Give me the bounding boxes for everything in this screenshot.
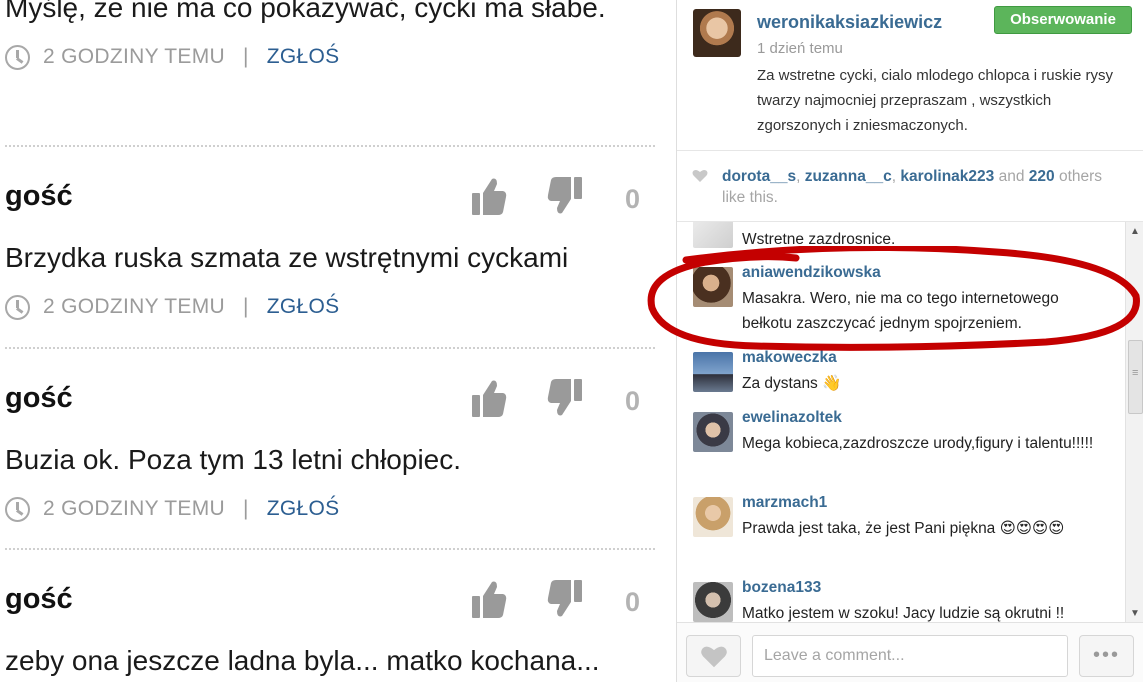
vote-score: 0: [625, 587, 641, 617]
comment-header: gość 0: [5, 352, 655, 417]
comment-header: gość 0: [5, 150, 655, 215]
thumbs-down-icon[interactable]: [546, 377, 584, 419]
comment-meta: 2 GODZINY TEMU | ZGŁOŚ: [5, 494, 655, 524]
likes-count[interactable]: 220: [1029, 168, 1055, 185]
avatar[interactable]: [693, 412, 733, 452]
comment-item: gość 0 Buzia ok. Poza tym 13 letni chłop…: [5, 352, 655, 524]
thumbs-down-icon[interactable]: [546, 175, 584, 217]
comment-text: Masakra. Wero, nie ma co tego internetow…: [742, 290, 1059, 332]
post-header: weronikaksiazkiewicz Obserwowanie 1 dzie…: [677, 0, 1143, 150]
like-button[interactable]: [686, 635, 741, 677]
liker-link[interactable]: zuzanna__c: [805, 168, 892, 185]
comment-username[interactable]: marzmach1: [742, 494, 827, 512]
comment-time: 2 GODZINY TEMU: [43, 295, 225, 318]
scroll-thumb[interactable]: [1128, 340, 1143, 414]
comment-text: Buzia ok. Poza tym 13 letni chłopiec.: [5, 444, 462, 475]
comment-username[interactable]: bozena133: [742, 579, 821, 597]
more-options-button[interactable]: •••: [1079, 635, 1134, 677]
comment-footer: •••: [677, 622, 1143, 682]
comment-username[interactable]: ewelinazoltek: [742, 409, 842, 427]
likes-sep: ,: [796, 168, 805, 185]
post-caption: Za wstretne cycki, cialo mlodego chlopca…: [757, 67, 1113, 134]
comment-author: gość: [5, 180, 73, 212]
comment-text: zeby ona jeszcze ladna byla... matko koc…: [5, 645, 600, 676]
meta-separator: |: [242, 45, 249, 68]
thumbs-up-icon[interactable]: [470, 377, 508, 419]
comment-item: gość 0 zeby ona jeszcze ladna byla... ma…: [5, 553, 655, 681]
comment-text: Wstretne zazdrosnice.: [742, 231, 896, 248]
scroll-down-arrow-icon[interactable]: ▼: [1130, 608, 1140, 619]
comment-input[interactable]: [752, 635, 1068, 677]
heart-icon: [701, 646, 727, 668]
instagram-post-panel: weronikaksiazkiewicz Obserwowanie 1 dzie…: [676, 0, 1143, 682]
clock-icon: [5, 294, 30, 320]
comment-time: 2 GODZINY TEMU: [43, 45, 225, 68]
avatar[interactable]: [693, 9, 741, 57]
avatar[interactable]: [693, 497, 733, 537]
comment-item: gość 0 Brzydka ruska szmata ze wstrętnym…: [5, 150, 655, 322]
meta-separator: |: [242, 295, 249, 318]
report-link[interactable]: ZGŁOŚ: [267, 497, 340, 521]
thumbs-down-icon[interactable]: [546, 578, 584, 620]
avatar[interactable]: [693, 352, 733, 392]
post-username[interactable]: weronikaksiazkiewicz: [757, 12, 942, 33]
scrollbar[interactable]: ▲ ▼: [1125, 222, 1143, 622]
comment-username[interactable]: makoweczka: [742, 349, 837, 367]
comment-text: Brzydka ruska szmata ze wstrętnymi cycka…: [5, 242, 569, 273]
post-time: 1 dzień temu: [757, 40, 843, 57]
comment-text: Matko jestem w szoku! Jacy ludzie są okr…: [742, 605, 1065, 622]
divider: [5, 347, 655, 349]
comments-page: Myślę, że nie ma co pokazywać, cycki ma …: [0, 0, 676, 682]
comment-text: Myślę, że nie ma co pokazywać, cycki ma …: [5, 0, 606, 23]
comment-text: Mega kobieca,zazdroszcze urody,figury i …: [742, 435, 1094, 452]
thumbs-up-icon[interactable]: [470, 175, 508, 217]
report-link[interactable]: ZGŁOŚ: [267, 45, 340, 69]
comment-text: Za dystans 👋: [742, 375, 842, 392]
likes-summary: dorota__s, zuzanna__c, karolinak223 and …: [677, 150, 1143, 222]
comment-header: gość 0: [5, 553, 655, 618]
likes-and: and: [994, 168, 1029, 185]
vote-score: 0: [625, 184, 641, 214]
comment-time: 2 GODZINY TEMU: [43, 497, 225, 520]
comment-meta: 2 GODZINY TEMU | ZGŁOŚ: [5, 292, 655, 322]
comment-meta: 2 GODZINY TEMU | ZGŁOŚ: [5, 42, 655, 72]
thumbs-up-icon[interactable]: [470, 578, 508, 620]
clock-icon: [5, 496, 30, 522]
follow-button[interactable]: Obserwowanie: [994, 6, 1132, 34]
avatar[interactable]: [693, 582, 733, 622]
comment-author: gość: [5, 382, 73, 414]
avatar[interactable]: [693, 267, 733, 307]
meta-separator: |: [242, 497, 249, 520]
avatar[interactable]: [693, 222, 733, 248]
comment-author: gość: [5, 583, 73, 615]
liker-link[interactable]: dorota__s: [722, 168, 796, 185]
divider: [5, 145, 655, 147]
clock-icon: [5, 44, 30, 70]
report-link[interactable]: ZGŁOŚ: [267, 295, 340, 319]
comment-list: Wstretne zazdrosnice. aniawendzikowska M…: [677, 222, 1143, 622]
likes-text: dorota__s, zuzanna__c, karolinak223 and …: [722, 166, 1122, 208]
comment-item: Myślę, że nie ma co pokazywać, cycki ma …: [5, 0, 655, 72]
comment-text: Prawda jest taka, że jest Pani piękna 😍😍…: [742, 520, 1065, 537]
comment-username[interactable]: aniawendzikowska: [742, 264, 881, 282]
scroll-up-arrow-icon[interactable]: ▲: [1130, 226, 1140, 237]
divider: [5, 548, 655, 550]
vote-score: 0: [625, 386, 641, 416]
heart-icon: [692, 169, 708, 182]
liker-link[interactable]: karolinak223: [900, 168, 994, 185]
